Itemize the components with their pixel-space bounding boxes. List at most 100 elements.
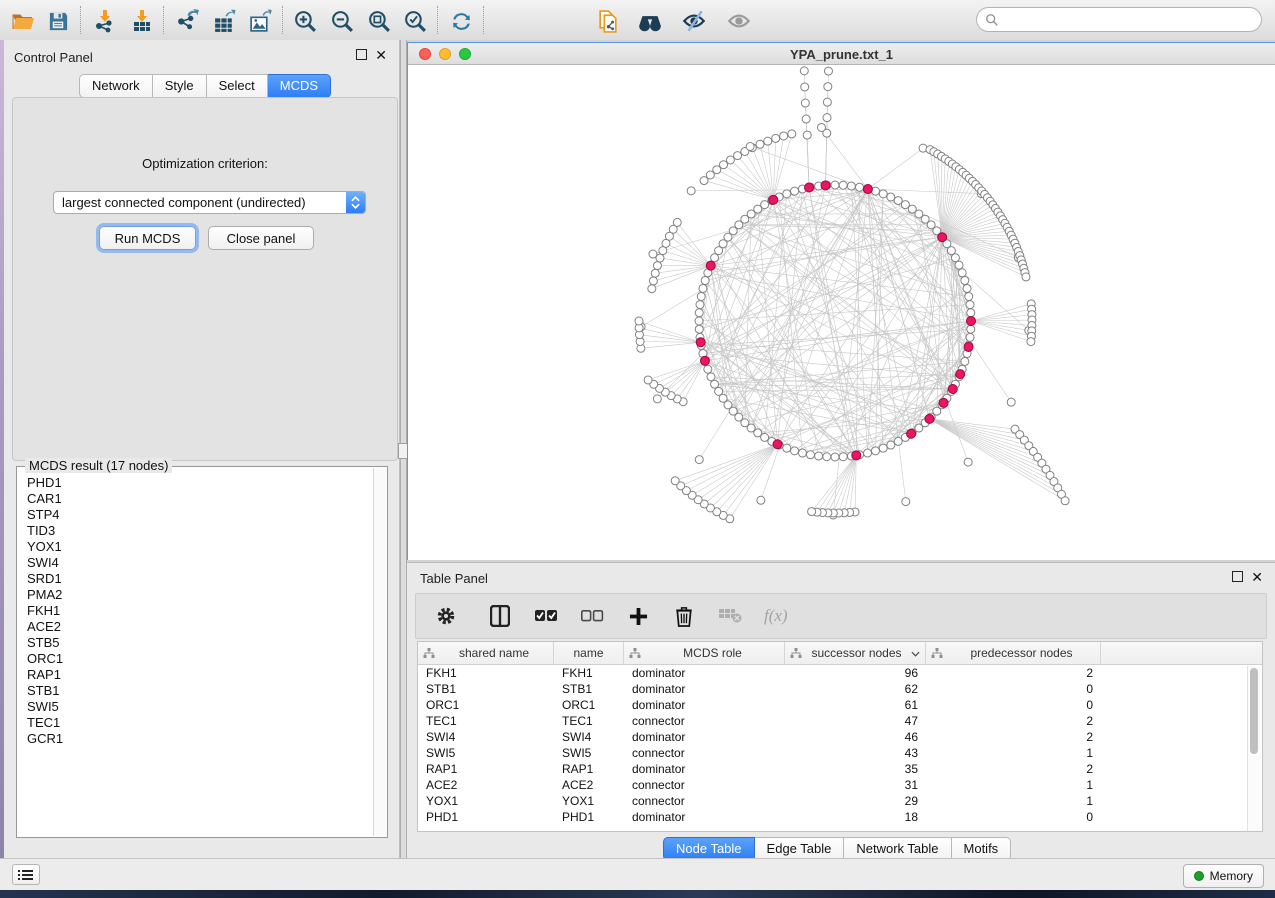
close-panel-button[interactable]: Close panel [208,226,314,250]
mcds-result-list[interactable]: PHD1CAR1STP4TID3YOX1SWI4SRD1PMA2FKH1ACE2… [18,475,374,836]
settings-gear-icon[interactable] [434,604,458,628]
zoom-out-icon[interactable] [329,8,355,34]
mcds-result-item[interactable]: SWI5 [18,699,374,715]
table-row[interactable]: PHD1PHD1dominator180 [418,809,1262,825]
table-cell: ACE2 [554,778,624,792]
close-panel-icon[interactable]: ✕ [1251,572,1263,582]
add-column-icon[interactable] [626,604,650,628]
table-row[interactable]: STB1STB1dominator620 [418,681,1262,697]
table-cell: dominator [624,810,785,824]
float-panel-icon[interactable] [1232,571,1243,582]
mcds-result-scrollbar[interactable] [373,468,386,836]
delete-column-icon[interactable] [672,604,696,628]
column-type-icon [790,648,802,659]
search-box[interactable] [976,7,1262,32]
mcds-result-item[interactable]: ACE2 [18,619,374,635]
column-header-predecessor-nodes[interactable]: predecessor nodes [926,642,1101,664]
mcds-result-item[interactable]: STP4 [18,507,374,523]
table-cell: connector [624,794,785,808]
import-network-icon[interactable] [92,8,118,34]
tab-network[interactable]: Network [79,74,153,98]
run-mcds-button[interactable]: Run MCDS [99,226,196,250]
table-cell: SWI5 [418,746,554,760]
mcds-result-item[interactable]: STB5 [18,635,374,651]
table-cell: TEC1 [554,714,624,728]
tab-select[interactable]: Select [207,74,268,98]
function-builder-icon[interactable]: f(x) [764,604,788,628]
column-header-name[interactable]: name [554,642,624,664]
zoom-in-icon[interactable] [292,8,318,34]
tab-style[interactable]: Style [153,74,207,98]
mcds-result-item[interactable]: PHD1 [18,475,374,491]
table-cell: PHD1 [554,810,624,824]
node-table[interactable]: shared namename MCDS role successor nodes p… [417,641,1263,832]
show-graphics-details-icon[interactable] [726,8,752,34]
toolbar-separator [80,6,81,34]
mcds-result-item[interactable]: STB1 [18,683,374,699]
import-table-icon[interactable] [129,8,155,34]
export-network-icon[interactable] [174,8,200,34]
table-row[interactable]: ORC1ORC1dominator610 [418,697,1262,713]
table-cell: 62 [785,682,926,696]
table-row[interactable]: SWI4SWI4dominator462 [418,729,1262,745]
refresh-view-icon[interactable] [448,8,474,34]
memory-button[interactable]: Memory [1183,864,1264,888]
column-header-MCDS-role[interactable]: MCDS role [624,642,785,664]
hide-graphics-details-icon[interactable] [681,8,707,34]
zoom-fit-icon[interactable] [366,8,392,34]
memory-status-icon [1194,871,1204,881]
close-panel-icon[interactable]: ✕ [375,50,387,60]
table-cell: 2 [926,666,1101,680]
table-cell: 0 [926,810,1101,824]
mcds-result-item[interactable]: TID3 [18,523,374,539]
select-all-rows-icon[interactable] [534,604,558,628]
network-graph[interactable] [408,65,1274,560]
search-input[interactable] [1003,12,1261,28]
mcds-result-item[interactable]: SWI4 [18,555,374,571]
clone-network-icon[interactable] [595,8,621,34]
table-row[interactable]: SWI5SWI5connector431 [418,745,1262,761]
search-icon [985,13,999,27]
table-cell: 31 [785,778,926,792]
mcds-result-item[interactable]: GCR1 [18,731,374,747]
table-cell: PHD1 [418,810,554,824]
mcds-result-item[interactable]: PMA2 [18,587,374,603]
column-label: successor nodes [802,646,911,660]
export-table-icon[interactable] [211,8,237,34]
table-cell: 18 [785,810,926,824]
mcds-result-item[interactable]: YOX1 [18,539,374,555]
table-row[interactable]: TEC1TEC1connector472 [418,713,1262,729]
mcds-result-item[interactable]: CAR1 [18,491,374,507]
save-session-icon[interactable] [45,8,71,34]
network-canvas[interactable] [408,65,1274,560]
delete-table-icon[interactable] [718,604,742,628]
float-panel-icon[interactable] [356,49,367,60]
column-header-shared-name[interactable]: shared name [418,642,554,664]
export-image-icon[interactable] [247,8,273,34]
table-row[interactable]: RAP1RAP1dominator352 [418,761,1262,777]
mcds-result-item[interactable]: TEC1 [18,715,374,731]
table-cell: 61 [785,698,926,712]
mcds-result-item[interactable]: FKH1 [18,603,374,619]
column-label: MCDS role [641,646,784,660]
tab-mcds[interactable]: MCDS [268,74,331,98]
zoom-selected-icon[interactable] [402,8,428,34]
mcds-result-item[interactable]: RAP1 [18,667,374,683]
criterion-dropdown[interactable]: largest connected component (undirected) [53,191,366,214]
search-objects-icon[interactable] [637,8,663,34]
task-history-button[interactable] [12,864,40,885]
network-window-titlebar[interactable]: YPA_prune.txt_1 [408,43,1275,65]
deselect-all-rows-icon[interactable] [580,604,604,628]
mcds-result-item[interactable]: SRD1 [18,571,374,587]
show-columns-icon[interactable] [488,604,512,628]
table-row[interactable]: FKH1FKH1dominator962 [418,665,1262,681]
column-label: name [554,646,623,660]
table-scrollbar[interactable] [1247,666,1261,831]
table-row[interactable]: ACE2ACE2connector311 [418,777,1262,793]
table-cell: FKH1 [554,666,624,680]
table-scrollbar-thumb[interactable] [1250,668,1258,754]
column-header-successor-nodes[interactable]: successor nodes [785,642,926,664]
open-file-icon[interactable] [10,8,36,34]
mcds-result-item[interactable]: ORC1 [18,651,374,667]
table-row[interactable]: YOX1YOX1connector291 [418,793,1262,809]
